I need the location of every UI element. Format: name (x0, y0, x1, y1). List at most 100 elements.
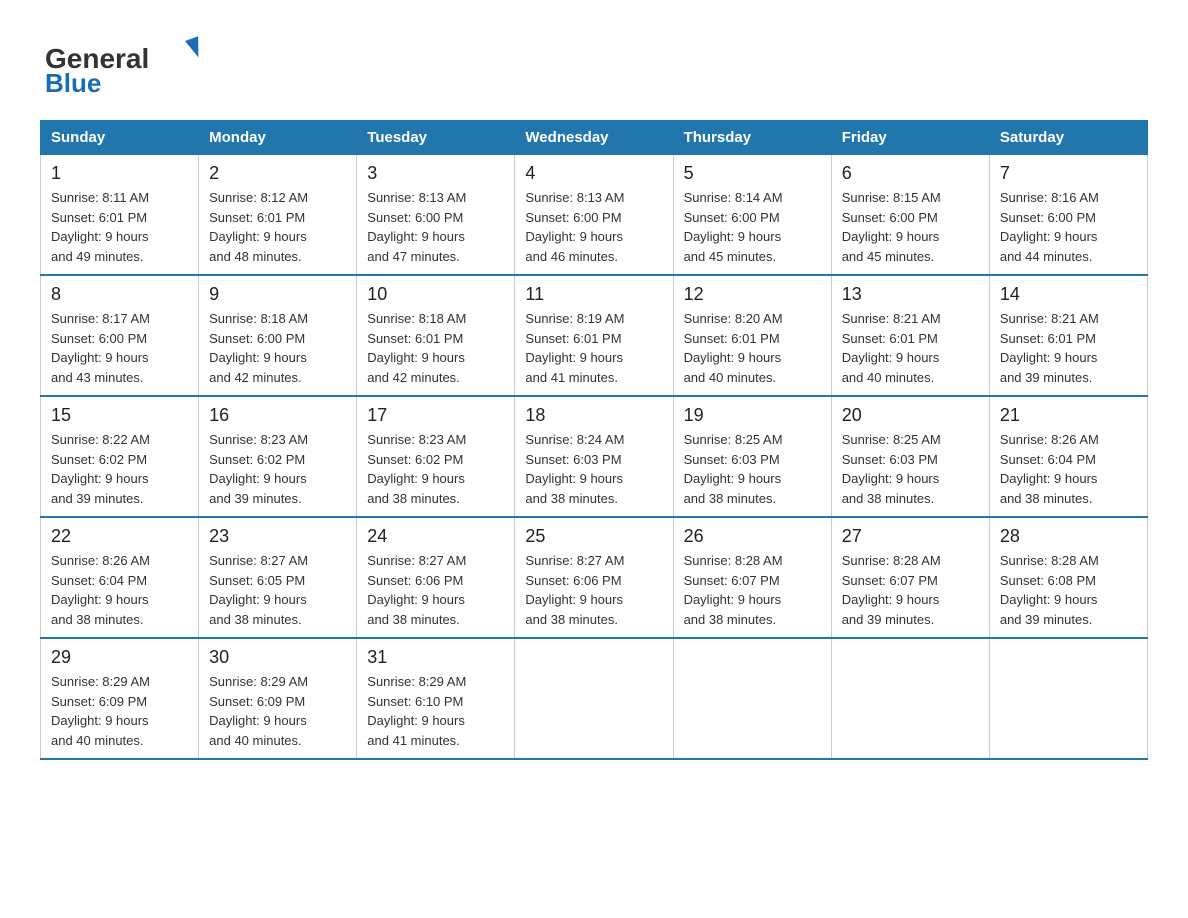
calendar-cell: 27 Sunrise: 8:28 AM Sunset: 6:07 PM Dayl… (831, 517, 989, 638)
day-number: 25 (525, 526, 662, 547)
calendar-cell: 12 Sunrise: 8:20 AM Sunset: 6:01 PM Dayl… (673, 275, 831, 396)
calendar-body: 1 Sunrise: 8:11 AM Sunset: 6:01 PM Dayli… (41, 155, 1148, 760)
calendar-cell: 26 Sunrise: 8:28 AM Sunset: 6:07 PM Dayl… (673, 517, 831, 638)
day-info: Sunrise: 8:14 AM Sunset: 6:00 PM Dayligh… (684, 188, 821, 266)
day-number: 29 (51, 647, 188, 668)
calendar-cell: 4 Sunrise: 8:13 AM Sunset: 6:00 PM Dayli… (515, 155, 673, 276)
day-number: 18 (525, 405, 662, 426)
header-day-monday: Monday (199, 121, 357, 155)
week-row-4: 22 Sunrise: 8:26 AM Sunset: 6:04 PM Dayl… (41, 517, 1148, 638)
day-info: Sunrise: 8:21 AM Sunset: 6:01 PM Dayligh… (842, 309, 979, 387)
day-number: 24 (367, 526, 504, 547)
day-number: 2 (209, 163, 346, 184)
calendar-cell (515, 638, 673, 759)
day-info: Sunrise: 8:28 AM Sunset: 6:08 PM Dayligh… (1000, 551, 1137, 629)
page-header: General Blue (40, 30, 1148, 100)
calendar-cell: 14 Sunrise: 8:21 AM Sunset: 6:01 PM Dayl… (989, 275, 1147, 396)
day-number: 4 (525, 163, 662, 184)
day-number: 15 (51, 405, 188, 426)
day-number: 16 (209, 405, 346, 426)
day-info: Sunrise: 8:28 AM Sunset: 6:07 PM Dayligh… (842, 551, 979, 629)
day-number: 30 (209, 647, 346, 668)
calendar-cell: 31 Sunrise: 8:29 AM Sunset: 6:10 PM Dayl… (357, 638, 515, 759)
day-info: Sunrise: 8:17 AM Sunset: 6:00 PM Dayligh… (51, 309, 188, 387)
week-row-1: 1 Sunrise: 8:11 AM Sunset: 6:01 PM Dayli… (41, 155, 1148, 276)
calendar-cell: 18 Sunrise: 8:24 AM Sunset: 6:03 PM Dayl… (515, 396, 673, 517)
calendar-cell: 2 Sunrise: 8:12 AM Sunset: 6:01 PM Dayli… (199, 155, 357, 276)
calendar-cell: 28 Sunrise: 8:28 AM Sunset: 6:08 PM Dayl… (989, 517, 1147, 638)
calendar-cell: 22 Sunrise: 8:26 AM Sunset: 6:04 PM Dayl… (41, 517, 199, 638)
day-number: 7 (1000, 163, 1137, 184)
day-info: Sunrise: 8:23 AM Sunset: 6:02 PM Dayligh… (209, 430, 346, 508)
week-row-2: 8 Sunrise: 8:17 AM Sunset: 6:00 PM Dayli… (41, 275, 1148, 396)
calendar-cell: 19 Sunrise: 8:25 AM Sunset: 6:03 PM Dayl… (673, 396, 831, 517)
day-number: 31 (367, 647, 504, 668)
week-row-5: 29 Sunrise: 8:29 AM Sunset: 6:09 PM Dayl… (41, 638, 1148, 759)
day-number: 28 (1000, 526, 1137, 547)
day-info: Sunrise: 8:28 AM Sunset: 6:07 PM Dayligh… (684, 551, 821, 629)
day-info: Sunrise: 8:26 AM Sunset: 6:04 PM Dayligh… (1000, 430, 1137, 508)
day-info: Sunrise: 8:18 AM Sunset: 6:01 PM Dayligh… (367, 309, 504, 387)
week-row-3: 15 Sunrise: 8:22 AM Sunset: 6:02 PM Dayl… (41, 396, 1148, 517)
calendar-cell: 5 Sunrise: 8:14 AM Sunset: 6:00 PM Dayli… (673, 155, 831, 276)
header-day-sunday: Sunday (41, 121, 199, 155)
calendar-cell (989, 638, 1147, 759)
day-info: Sunrise: 8:12 AM Sunset: 6:01 PM Dayligh… (209, 188, 346, 266)
calendar-cell: 20 Sunrise: 8:25 AM Sunset: 6:03 PM Dayl… (831, 396, 989, 517)
day-number: 17 (367, 405, 504, 426)
day-number: 20 (842, 405, 979, 426)
header-day-thursday: Thursday (673, 121, 831, 155)
day-info: Sunrise: 8:27 AM Sunset: 6:05 PM Dayligh… (209, 551, 346, 629)
day-number: 21 (1000, 405, 1137, 426)
day-number: 27 (842, 526, 979, 547)
calendar-cell: 17 Sunrise: 8:23 AM Sunset: 6:02 PM Dayl… (357, 396, 515, 517)
calendar-cell: 7 Sunrise: 8:16 AM Sunset: 6:00 PM Dayli… (989, 155, 1147, 276)
calendar-cell: 13 Sunrise: 8:21 AM Sunset: 6:01 PM Dayl… (831, 275, 989, 396)
day-info: Sunrise: 8:29 AM Sunset: 6:09 PM Dayligh… (209, 672, 346, 750)
day-info: Sunrise: 8:18 AM Sunset: 6:00 PM Dayligh… (209, 309, 346, 387)
day-number: 26 (684, 526, 821, 547)
day-info: Sunrise: 8:11 AM Sunset: 6:01 PM Dayligh… (51, 188, 188, 266)
day-info: Sunrise: 8:27 AM Sunset: 6:06 PM Dayligh… (367, 551, 504, 629)
day-number: 14 (1000, 284, 1137, 305)
header-row: SundayMondayTuesdayWednesdayThursdayFrid… (41, 121, 1148, 155)
day-info: Sunrise: 8:25 AM Sunset: 6:03 PM Dayligh… (684, 430, 821, 508)
calendar-header: SundayMondayTuesdayWednesdayThursdayFrid… (41, 121, 1148, 155)
day-info: Sunrise: 8:22 AM Sunset: 6:02 PM Dayligh… (51, 430, 188, 508)
day-info: Sunrise: 8:25 AM Sunset: 6:03 PM Dayligh… (842, 430, 979, 508)
day-number: 1 (51, 163, 188, 184)
calendar-cell: 16 Sunrise: 8:23 AM Sunset: 6:02 PM Dayl… (199, 396, 357, 517)
day-info: Sunrise: 8:21 AM Sunset: 6:01 PM Dayligh… (1000, 309, 1137, 387)
calendar-table: SundayMondayTuesdayWednesdayThursdayFrid… (40, 120, 1148, 760)
calendar-cell: 21 Sunrise: 8:26 AM Sunset: 6:04 PM Dayl… (989, 396, 1147, 517)
calendar-cell: 9 Sunrise: 8:18 AM Sunset: 6:00 PM Dayli… (199, 275, 357, 396)
calendar-cell: 6 Sunrise: 8:15 AM Sunset: 6:00 PM Dayli… (831, 155, 989, 276)
day-info: Sunrise: 8:15 AM Sunset: 6:00 PM Dayligh… (842, 188, 979, 266)
day-info: Sunrise: 8:13 AM Sunset: 6:00 PM Dayligh… (525, 188, 662, 266)
logo: General Blue (40, 30, 220, 100)
day-info: Sunrise: 8:24 AM Sunset: 6:03 PM Dayligh… (525, 430, 662, 508)
day-number: 3 (367, 163, 504, 184)
day-info: Sunrise: 8:13 AM Sunset: 6:00 PM Dayligh… (367, 188, 504, 266)
day-info: Sunrise: 8:29 AM Sunset: 6:09 PM Dayligh… (51, 672, 188, 750)
calendar-cell: 24 Sunrise: 8:27 AM Sunset: 6:06 PM Dayl… (357, 517, 515, 638)
header-day-saturday: Saturday (989, 121, 1147, 155)
day-number: 6 (842, 163, 979, 184)
header-day-friday: Friday (831, 121, 989, 155)
calendar-cell: 15 Sunrise: 8:22 AM Sunset: 6:02 PM Dayl… (41, 396, 199, 517)
header-day-tuesday: Tuesday (357, 121, 515, 155)
calendar-cell: 29 Sunrise: 8:29 AM Sunset: 6:09 PM Dayl… (41, 638, 199, 759)
day-number: 12 (684, 284, 821, 305)
day-number: 23 (209, 526, 346, 547)
day-info: Sunrise: 8:19 AM Sunset: 6:01 PM Dayligh… (525, 309, 662, 387)
day-number: 10 (367, 284, 504, 305)
day-number: 22 (51, 526, 188, 547)
day-info: Sunrise: 8:16 AM Sunset: 6:00 PM Dayligh… (1000, 188, 1137, 266)
day-number: 11 (525, 284, 662, 305)
calendar-cell: 8 Sunrise: 8:17 AM Sunset: 6:00 PM Dayli… (41, 275, 199, 396)
header-day-wednesday: Wednesday (515, 121, 673, 155)
calendar-cell: 11 Sunrise: 8:19 AM Sunset: 6:01 PM Dayl… (515, 275, 673, 396)
calendar-cell: 10 Sunrise: 8:18 AM Sunset: 6:01 PM Dayl… (357, 275, 515, 396)
day-number: 5 (684, 163, 821, 184)
calendar-cell: 1 Sunrise: 8:11 AM Sunset: 6:01 PM Dayli… (41, 155, 199, 276)
